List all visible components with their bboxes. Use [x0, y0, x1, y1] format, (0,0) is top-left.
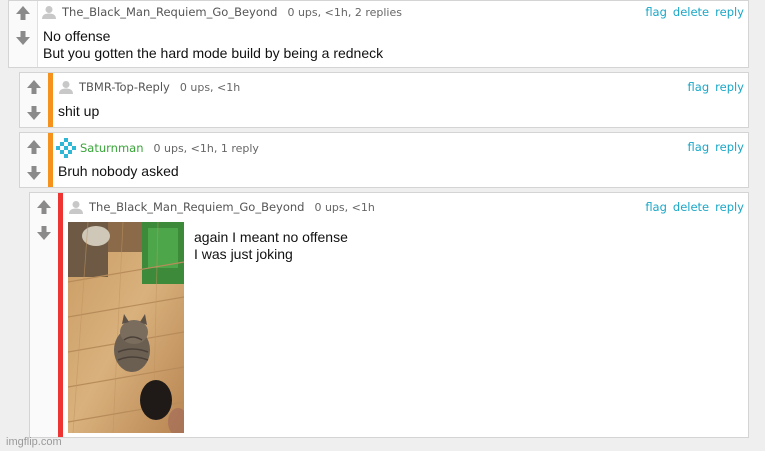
flag-link[interactable]: flag: [645, 200, 667, 214]
comment-text: shit up: [58, 103, 100, 119]
downvote-button[interactable]: [13, 28, 33, 48]
comment-header: The_Black_Man_Requiem_Go_Beyond 0 ups, <…: [69, 200, 375, 214]
upvote-button[interactable]: [13, 3, 33, 23]
cat-photo[interactable]: [68, 222, 184, 433]
reply-accent-bar: [48, 73, 53, 127]
user-avatar-icon: [69, 201, 83, 214]
comment-meta: 0 ups, <1h: [314, 200, 375, 214]
upvote-button[interactable]: [34, 197, 54, 217]
comment-header: Saturnman 0 ups, <1h, 1 reply: [56, 138, 259, 158]
user-avatar-icon: [42, 6, 56, 19]
comment-header: The_Black_Man_Requiem_Go_Beyond 0 ups, <…: [42, 5, 402, 19]
flag-link[interactable]: flag: [688, 80, 710, 94]
upvote-button[interactable]: [24, 77, 44, 97]
downvote-button[interactable]: [34, 223, 54, 243]
vote-column: [30, 193, 59, 437]
username-link[interactable]: Saturnman: [80, 141, 144, 155]
vote-column: [20, 73, 49, 127]
reply-accent-bar: [48, 133, 53, 187]
comment-meta: 0 ups, <1h, 2 replies: [287, 5, 402, 19]
comment-actions: flag delete reply: [639, 200, 744, 214]
comment-actions: flag reply: [682, 80, 744, 94]
arrow-up-icon: [37, 200, 51, 214]
comment-text: again I meant no offense I was just joki…: [194, 229, 348, 262]
reply-link[interactable]: reply: [715, 80, 744, 94]
reply-accent-bar: [58, 193, 63, 437]
downvote-button[interactable]: [24, 103, 44, 123]
comment-actions: flag reply: [682, 140, 744, 154]
imgflip-watermark: imgflip.com: [6, 436, 62, 448]
downvote-button[interactable]: [24, 163, 44, 183]
arrow-up-icon: [27, 140, 41, 154]
comment-text: No offense But you gotten the hard mode …: [43, 28, 384, 61]
delete-link[interactable]: delete: [673, 200, 709, 214]
delete-link[interactable]: delete: [673, 5, 709, 19]
user-avatar-icon: [59, 81, 73, 94]
arrow-down-icon: [27, 106, 41, 120]
arrow-down-icon: [16, 31, 30, 45]
comment: TBMR-Top-Reply 0 ups, <1h flag reply shit…: [19, 72, 749, 128]
arrow-up-icon: [27, 80, 41, 94]
saturnman-avatar-icon: [56, 138, 76, 158]
comment: The_Black_Man_Requiem_Go_Beyond 0 ups, <…: [8, 0, 749, 68]
arrow-down-icon: [37, 226, 51, 240]
username-link[interactable]: TBMR-Top-Reply: [79, 80, 170, 94]
reply-link[interactable]: reply: [715, 200, 744, 214]
reply-link[interactable]: reply: [715, 5, 744, 19]
comment-text: Bruh nobody asked: [58, 163, 179, 179]
comment: The_Black_Man_Requiem_Go_Beyond 0 ups, <…: [29, 192, 749, 438]
flag-link[interactable]: flag: [645, 5, 667, 19]
comment-meta: 0 ups, <1h, 1 reply: [153, 141, 259, 155]
arrow-down-icon: [27, 166, 41, 180]
arrow-up-icon: [16, 6, 30, 20]
cat-photo-image: [68, 222, 184, 433]
flag-link[interactable]: flag: [688, 140, 710, 154]
vote-column: [9, 1, 38, 67]
comment-meta: 0 ups, <1h: [179, 80, 241, 94]
username-link[interactable]: The_Black_Man_Requiem_Go_Beyond: [89, 200, 304, 214]
reply-link[interactable]: reply: [715, 140, 744, 154]
comment: Saturnman 0 ups, <1h, 1 reply flag reply …: [19, 132, 749, 188]
comment-header: TBMR-Top-Reply 0 ups, <1h: [59, 80, 240, 94]
username-link[interactable]: The_Black_Man_Requiem_Go_Beyond: [62, 5, 277, 19]
upvote-button[interactable]: [24, 137, 44, 157]
comment-actions: flag delete reply: [639, 5, 744, 19]
vote-column: [20, 133, 49, 187]
